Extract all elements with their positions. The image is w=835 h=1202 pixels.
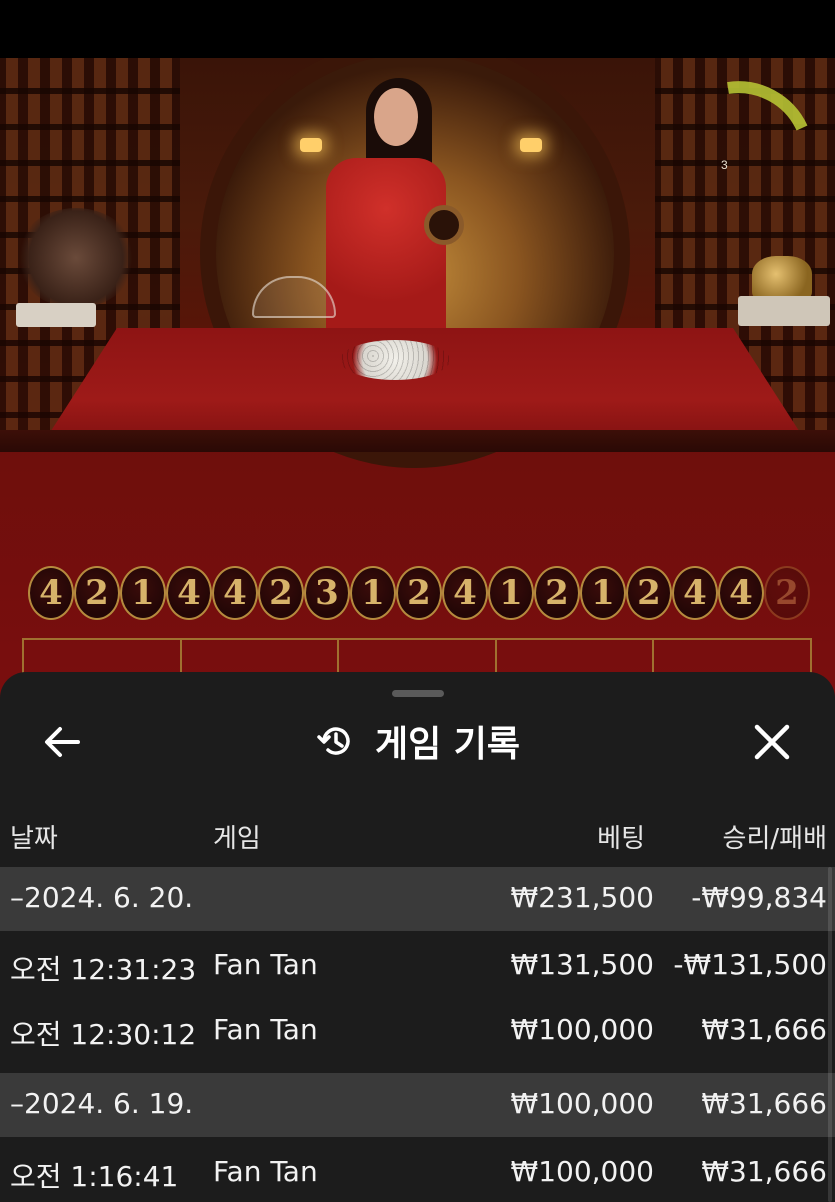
row-game: Fan Tan: [213, 1155, 318, 1188]
row-win-loss: ₩31,666: [701, 1155, 827, 1188]
metal-bowl: [424, 205, 464, 245]
result-bead: 2: [626, 566, 672, 620]
result-bead: 4: [442, 566, 488, 620]
history-entry-row[interactable]: 오전 12:31:23 Fan Tan ₩131,500 -₩131,500: [0, 934, 835, 998]
result-history-strip: 42144231241212442: [28, 566, 835, 620]
row-bet: ₩100,000: [510, 1013, 654, 1046]
history-icon: [317, 727, 350, 755]
history-entry-row[interactable]: 오전 1:16:41 Fan Tan ₩100,000 ₩31,666: [0, 1141, 835, 1202]
result-bead: 2: [764, 566, 810, 620]
result-bead: 4: [28, 566, 74, 620]
bead-pile: [340, 340, 450, 380]
row-bet: ₩231,500: [510, 881, 654, 914]
column-header-date[interactable]: 날짜: [10, 818, 58, 855]
plant-pot: [16, 303, 96, 327]
sheet-header: 게임 기록: [0, 716, 835, 766]
result-bead: 4: [718, 566, 764, 620]
game-history-sheet: 게임 기록 날짜 게임 베팅 승리/패배 –2024. 6. 20. ₩231,5…: [0, 672, 835, 1202]
column-header-game[interactable]: 게임: [213, 818, 261, 855]
status-bar: [0, 0, 835, 58]
row-bet: ₩100,000: [510, 1155, 654, 1188]
dealer-face: [374, 88, 418, 146]
column-header-bet[interactable]: 베팅: [597, 818, 645, 855]
row-date: –2024. 6. 19.: [10, 1087, 194, 1120]
row-date: 오전 12:31:23: [10, 953, 197, 986]
row-date: 오전 12:30:12: [10, 1018, 197, 1051]
result-bead: 1: [488, 566, 534, 620]
table-edge: [0, 430, 835, 452]
result-bead: 1: [120, 566, 166, 620]
sheet-drag-handle[interactable]: [392, 690, 444, 697]
row-win-loss: -₩99,834: [691, 881, 827, 914]
row-date: 오전 1:16:41: [10, 1160, 179, 1193]
result-bead: 2: [396, 566, 442, 620]
column-header-win-loss[interactable]: 승리/패배: [723, 818, 827, 855]
row-bet: ₩100,000: [510, 1087, 654, 1120]
scrollbar[interactable]: [828, 867, 832, 1202]
row-date: –2024. 6. 20.: [10, 881, 194, 914]
bonsai-plant: [16, 208, 136, 308]
date-group-row[interactable]: –2024. 6. 19. ₩100,000 ₩31,666: [0, 1073, 835, 1137]
statue-base: [738, 296, 830, 326]
result-bead: 2: [534, 566, 580, 620]
dealer: [326, 158, 446, 328]
result-bead: 4: [166, 566, 212, 620]
row-win-loss: ₩31,666: [701, 1013, 827, 1046]
lantern: [300, 138, 322, 152]
history-entry-row[interactable]: 오전 12:30:12 Fan Tan ₩100,000 ₩31,666: [0, 999, 835, 1063]
result-bead: 3: [304, 566, 350, 620]
countdown-timer: [727, 81, 808, 131]
close-button[interactable]: [750, 720, 794, 764]
result-bead: 2: [74, 566, 120, 620]
result-bead: 2: [258, 566, 304, 620]
row-bet: ₩131,500: [510, 948, 654, 981]
lantern: [520, 138, 542, 152]
live-video-stream: 3 42144231241212442: [0, 58, 835, 698]
result-bead: 1: [580, 566, 626, 620]
row-game: Fan Tan: [213, 1013, 318, 1046]
date-group-row[interactable]: –2024. 6. 20. ₩231,500 -₩99,834: [0, 867, 835, 931]
row-game: Fan Tan: [213, 948, 318, 981]
result-bead: 1: [350, 566, 396, 620]
row-win-loss: ₩31,666: [701, 1087, 827, 1120]
dragon-statue: [752, 256, 812, 301]
close-icon: [754, 724, 790, 760]
timer-value: 3: [721, 158, 728, 172]
result-bead: 4: [212, 566, 258, 620]
result-bead: 4: [672, 566, 718, 620]
sheet-title: 게임 기록: [374, 724, 520, 765]
row-win-loss: -₩131,500: [673, 948, 827, 981]
